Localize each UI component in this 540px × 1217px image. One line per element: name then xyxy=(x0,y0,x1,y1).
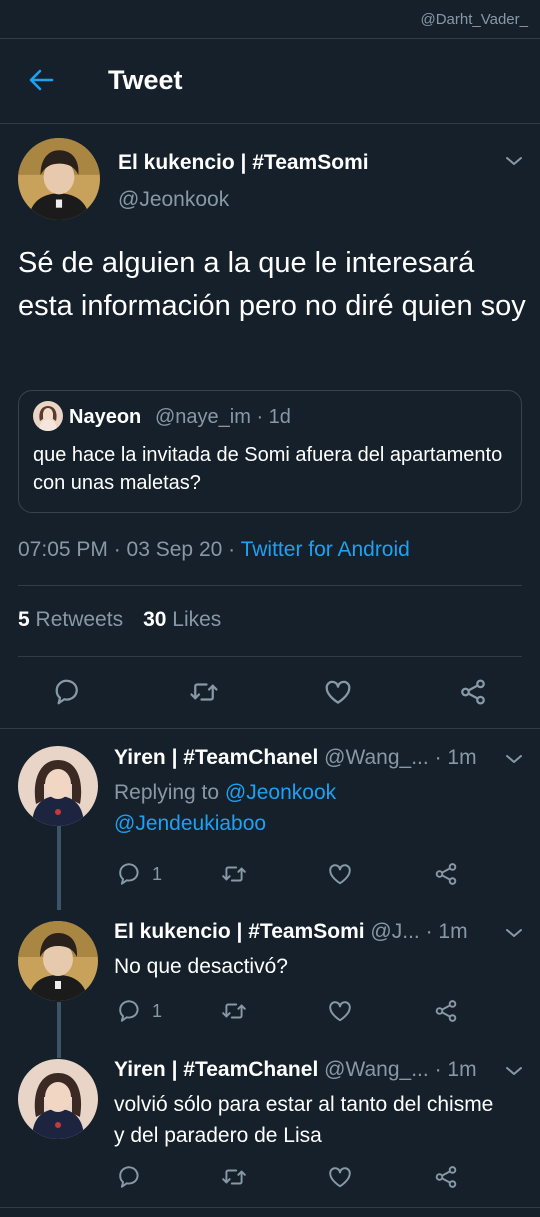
timestamp-text: 07:05 PM · 03 Sep 20 · xyxy=(18,538,241,561)
page-title: Tweet xyxy=(108,65,183,95)
author-name[interactable]: El kukencio | #TeamSomi xyxy=(118,151,369,175)
reply-handle[interactable]: @J... xyxy=(370,920,419,943)
like-stat[interactable]: 30 Likes xyxy=(143,608,221,631)
back-arrow-icon[interactable] xyxy=(26,65,56,95)
reply-author-name[interactable]: El kukencio | #TeamSomi xyxy=(114,920,365,943)
quote-text: que hace la invitada de Somi afuera del … xyxy=(33,444,503,494)
share-icon[interactable] xyxy=(458,677,488,707)
retweet-icon[interactable] xyxy=(220,861,248,887)
chevron-down-icon[interactable] xyxy=(504,752,524,766)
divider xyxy=(18,656,522,657)
author-handle[interactable]: @Jeonkook xyxy=(118,188,229,212)
retweet-icon[interactable] xyxy=(220,1164,248,1190)
reply-avatar[interactable] xyxy=(18,746,98,826)
reply-author-name[interactable]: Yiren | #TeamChanel xyxy=(114,1058,318,1081)
like-icon[interactable] xyxy=(327,998,353,1024)
replying-to: Replying to @Jeonkook @Jendeukiaboo xyxy=(114,777,514,839)
retweet-count: 5 xyxy=(18,608,30,631)
like-icon[interactable] xyxy=(323,677,353,707)
quote-avatar xyxy=(33,401,63,431)
reply-time: · 1m xyxy=(434,1058,477,1081)
reply-count: 1 xyxy=(152,864,163,884)
reply-icon[interactable] xyxy=(53,677,83,707)
like-label: Likes xyxy=(172,608,222,631)
top-app-bar: Tweet xyxy=(0,39,540,124)
reply-avatar[interactable] xyxy=(18,1059,98,1139)
watermark: @Darht_Vader_ xyxy=(420,11,528,28)
quote-handle-time: @naye_im · 1d xyxy=(155,406,291,428)
mention-link[interactable]: @Jendeukiaboo xyxy=(114,812,266,835)
divider xyxy=(18,585,522,586)
share-icon[interactable] xyxy=(433,998,459,1024)
chevron-down-icon[interactable] xyxy=(504,154,524,168)
like-count: 30 xyxy=(143,608,167,631)
tweet-timestamp: 07:05 PM · 03 Sep 20 · Twitter for Andro… xyxy=(18,538,410,562)
quoted-tweet[interactable]: Nayeon @naye_im · 1d que hace la invitad… xyxy=(18,390,522,513)
reply-author-name[interactable]: Yiren | #TeamChanel xyxy=(114,746,318,769)
retweet-stat[interactable]: 5 Retweets xyxy=(18,608,123,631)
reply-header: Yiren | #TeamChanel @Wang_... · 1m xyxy=(114,746,477,770)
reply-count: 1 xyxy=(152,1001,163,1021)
reply-avatar[interactable] xyxy=(18,921,98,1001)
reply-icon[interactable] xyxy=(117,861,143,887)
like-icon[interactable] xyxy=(327,1164,353,1190)
retweet-icon[interactable] xyxy=(220,998,248,1024)
reply-icon[interactable] xyxy=(117,1164,143,1190)
share-icon[interactable] xyxy=(433,1164,459,1190)
mention-link[interactable]: @Jeonkook xyxy=(225,781,336,804)
thread-line xyxy=(57,1002,61,1058)
reply-handle[interactable]: @Wang_... xyxy=(324,1058,429,1081)
share-icon[interactable] xyxy=(433,861,459,887)
reply-header: Yiren | #TeamChanel @Wang_... · 1m xyxy=(114,1058,477,1082)
divider xyxy=(0,1207,540,1208)
tweet-stats: 5 Retweets 30 Likes xyxy=(18,608,221,632)
reply-icon[interactable] xyxy=(117,998,143,1024)
reply-time: · 1m xyxy=(425,920,468,943)
reply-text: volvió sólo para estar al tanto del chis… xyxy=(114,1093,494,1147)
reply-time: · 1m xyxy=(434,746,477,769)
replying-to-label: Replying to xyxy=(114,781,225,804)
author-avatar[interactable] xyxy=(18,138,100,220)
reply-handle[interactable]: @Wang_... xyxy=(324,746,429,769)
thread-line xyxy=(57,826,61,910)
like-icon[interactable] xyxy=(327,861,353,887)
tweet-text: Sé de alguien a la que le interesará est… xyxy=(18,247,526,322)
reply-header: El kukencio | #TeamSomi @J... · 1m xyxy=(114,920,468,944)
retweet-label: Retweets xyxy=(35,608,124,631)
source-link[interactable]: Twitter for Android xyxy=(241,538,410,561)
quote-author-name: Nayeon xyxy=(69,406,142,428)
divider xyxy=(0,728,540,729)
retweet-icon[interactable] xyxy=(188,677,220,707)
chevron-down-icon[interactable] xyxy=(504,1064,524,1078)
watermark-bar: @Darht_Vader_ xyxy=(0,0,540,39)
chevron-down-icon[interactable] xyxy=(504,926,524,940)
reply-text: No que desactivó? xyxy=(114,955,288,978)
